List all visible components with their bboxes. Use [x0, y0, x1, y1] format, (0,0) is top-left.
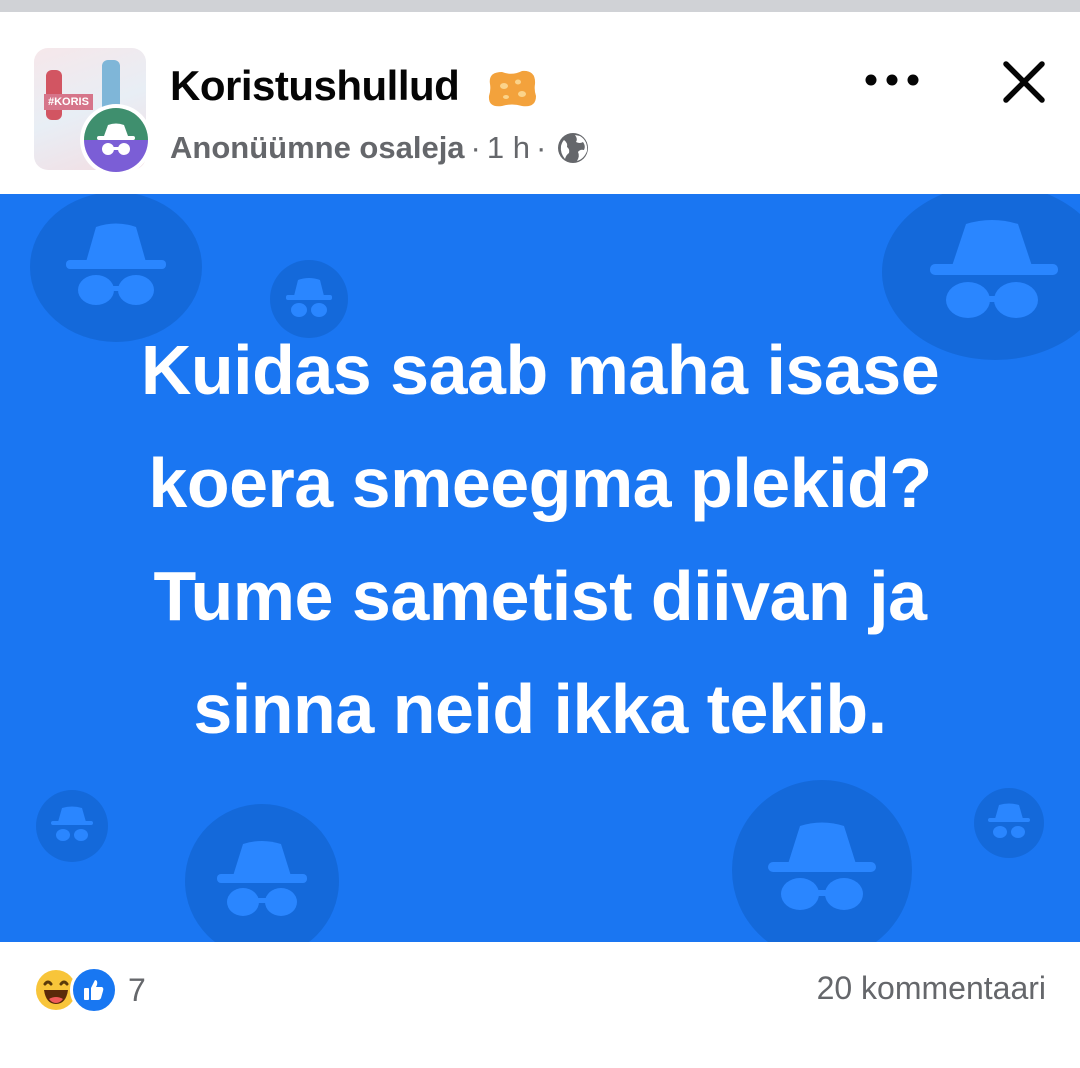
close-button[interactable]: [990, 48, 1058, 116]
comments-count-link[interactable]: 20 kommentaari: [817, 970, 1046, 1007]
incognito-pattern-icon: [974, 788, 1044, 858]
top-divider: [0, 0, 1080, 12]
globe-icon[interactable]: [556, 131, 590, 165]
anonymous-avatar[interactable]: [80, 104, 152, 176]
post-time[interactable]: 1 h: [487, 130, 530, 166]
like-reaction-icon: [70, 966, 118, 1014]
incognito-pattern-icon: [185, 804, 339, 942]
post-background: Kuidas saab maha isase koera smeegma ple…: [0, 194, 1080, 942]
post-meta: Anonüümne osaleja · 1 h ·: [170, 130, 590, 166]
post-header: #KORIS Koristushullud Anonüümne osaleja …: [0, 12, 1080, 194]
thumbnail-text: #KORIS: [44, 94, 93, 110]
reactions-summary[interactable]: 7: [32, 966, 146, 1014]
group-name[interactable]: Koristushullud: [170, 62, 460, 110]
incognito-icon: [84, 108, 148, 172]
incognito-pattern-icon: [36, 790, 108, 862]
separator: ·: [470, 130, 481, 165]
post-footer: 7 20 kommentaari: [0, 942, 1080, 1068]
separator: ·: [535, 130, 547, 165]
reaction-count: 7: [128, 971, 146, 1008]
close-icon: [1003, 61, 1045, 103]
post-text: Kuidas saab maha isase koera smeegma ple…: [140, 331, 940, 748]
sponge-icon: [488, 70, 536, 107]
more-options-button[interactable]: [860, 52, 924, 108]
more-horizontal-icon: [865, 74, 919, 86]
author-name[interactable]: Anonüümne osaleja: [170, 130, 465, 166]
incognito-pattern-icon: [732, 780, 912, 942]
